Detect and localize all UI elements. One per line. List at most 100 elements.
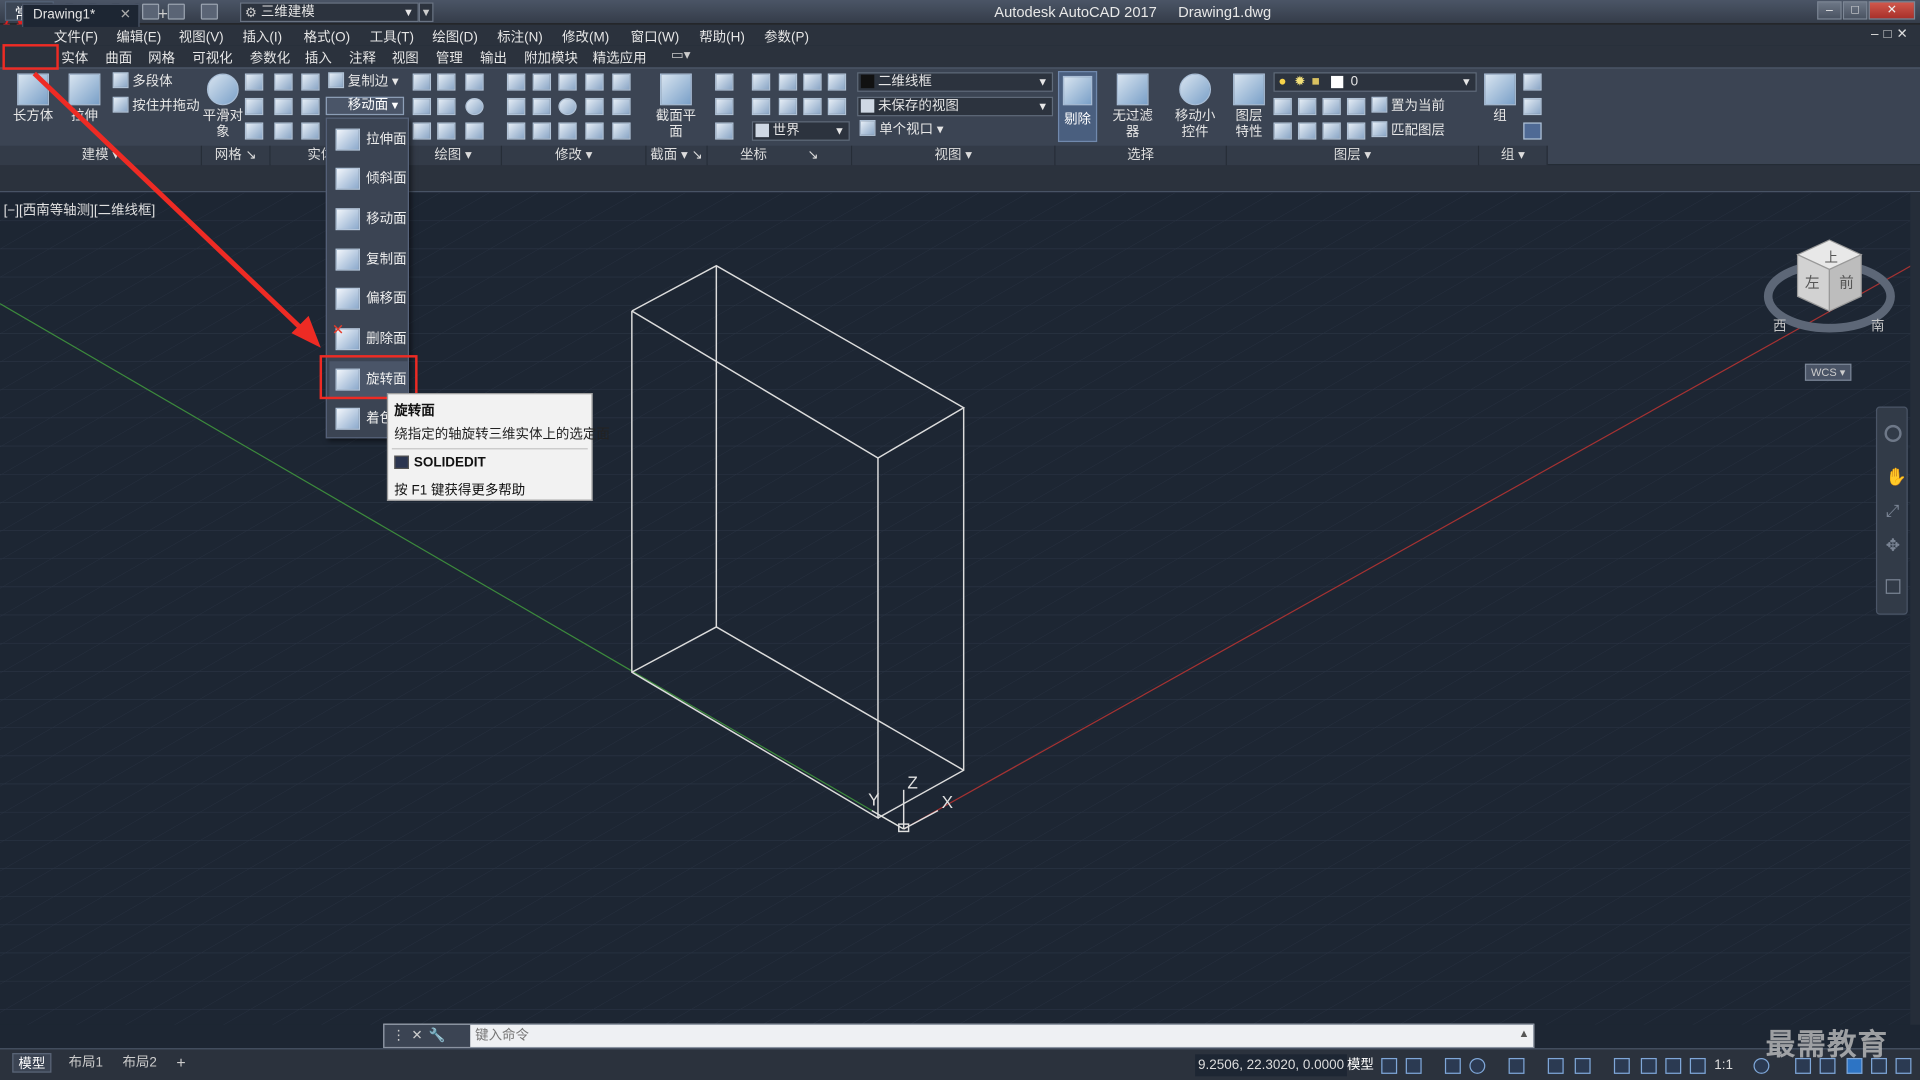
ucs-origin-icon[interactable] bbox=[751, 73, 771, 91]
panel-mesh[interactable]: 网格 ↘ bbox=[202, 145, 271, 166]
menu-modify[interactable]: 修改(M) bbox=[562, 27, 609, 47]
ucs-3point-icon[interactable] bbox=[827, 97, 847, 116]
object-snap-tracking-icon[interactable] bbox=[1547, 1057, 1564, 1074]
ucs-world-icon[interactable] bbox=[715, 122, 734, 140]
tab-featured-apps[interactable]: 精选应用 bbox=[593, 48, 647, 68]
fillet-icon[interactable] bbox=[506, 97, 526, 116]
model-space-toggle[interactable]: 模型 bbox=[1347, 1054, 1374, 1076]
menu-window[interactable]: 窗口(W) bbox=[631, 27, 680, 47]
panel-selection[interactable]: 选择 bbox=[1055, 145, 1227, 166]
panel-modeling[interactable]: 建模 ▾ bbox=[0, 145, 203, 166]
showmotion-icon[interactable] bbox=[1885, 579, 1901, 594]
coordinates-readout[interactable]: 9.2506, 22.3020, 0.0000 bbox=[1195, 1054, 1347, 1077]
explode-icon[interactable] bbox=[585, 122, 604, 140]
menu-dimension[interactable]: 标注(N) bbox=[497, 27, 543, 47]
subtract-icon[interactable] bbox=[274, 97, 293, 116]
dropdown-item-delete-face[interactable]: ✕ 删除面 bbox=[329, 321, 407, 358]
navigation-bar[interactable]: ✋ ⤢ ✥ bbox=[1875, 406, 1908, 615]
customization-menu-icon[interactable] bbox=[1895, 1057, 1912, 1074]
copy-edge-button[interactable]: 复制边 ▾ bbox=[328, 72, 399, 92]
menu-insert[interactable]: 插入(I) bbox=[242, 27, 282, 47]
object-snap-icon[interactable] bbox=[1574, 1057, 1591, 1074]
arc-icon[interactable] bbox=[465, 73, 484, 91]
group-edit-icon[interactable] bbox=[1523, 97, 1542, 116]
tab-manage[interactable]: 管理 bbox=[436, 48, 463, 68]
cull-button[interactable]: 剔除 bbox=[1057, 71, 1098, 143]
move-gizmo-button[interactable]: 移动小控件 bbox=[1171, 73, 1220, 140]
layer-isolate-icon[interactable] bbox=[1297, 97, 1317, 116]
panel-modify[interactable]: 修改 ▾ bbox=[502, 145, 647, 166]
layer-properties-button[interactable]: 图层特性 bbox=[1229, 73, 1268, 140]
panel-coordinates[interactable]: 坐标 ↘ bbox=[707, 145, 853, 166]
rectangle-icon[interactable] bbox=[437, 122, 456, 140]
dropdown-item-move-face[interactable]: 移动面 bbox=[329, 201, 407, 238]
redo-icon[interactable] bbox=[200, 3, 218, 20]
ucs-face-icon[interactable] bbox=[803, 97, 822, 116]
ucs-icon[interactable] bbox=[715, 73, 734, 91]
ucs-object-icon[interactable] bbox=[778, 97, 798, 116]
annotation-visibility-icon[interactable] bbox=[1665, 1057, 1682, 1074]
group-selection-icon[interactable] bbox=[1523, 122, 1542, 140]
3d-array-icon[interactable] bbox=[612, 122, 631, 140]
ucs-view-icon[interactable] bbox=[751, 97, 771, 116]
vertical-scrollbar[interactable] bbox=[1910, 192, 1920, 1025]
extrude-button[interactable]: 拉伸 bbox=[62, 73, 106, 124]
maximize-button[interactable]: □ bbox=[1842, 1, 1868, 20]
minimize-button[interactable]: – bbox=[1817, 1, 1842, 20]
selection-cycling-icon[interactable] bbox=[1640, 1057, 1657, 1074]
chevron-up-icon[interactable]: ▲ bbox=[1518, 1027, 1529, 1039]
presspull-button[interactable]: 按住并拖动 bbox=[112, 96, 200, 117]
trim-icon[interactable] bbox=[506, 73, 526, 91]
tab-solid[interactable]: 实体 bbox=[61, 48, 88, 68]
panel-view[interactable]: 视图 ▾ bbox=[852, 145, 1056, 166]
lasso-icon[interactable] bbox=[437, 73, 456, 91]
mesh-crease-icon[interactable] bbox=[244, 97, 264, 116]
menu-tools[interactable]: 工具(T) bbox=[370, 27, 414, 47]
add-layout-button[interactable]: + bbox=[171, 1053, 190, 1073]
line-tool-icon[interactable] bbox=[412, 73, 432, 91]
menu-help[interactable]: 帮助(H) bbox=[699, 27, 745, 47]
grid-icon[interactable] bbox=[1381, 1057, 1398, 1074]
mesh-refine-icon[interactable] bbox=[244, 122, 264, 140]
layout-tab-model[interactable]: 模型 bbox=[12, 1053, 52, 1073]
layout-tab-layout2[interactable]: 布局2 bbox=[118, 1053, 162, 1073]
dropdown-item-extrude-face[interactable]: 拉伸面 bbox=[329, 121, 407, 158]
menu-draw[interactable]: 绘图(D) bbox=[432, 27, 478, 47]
box-button[interactable]: 长方体 bbox=[11, 73, 55, 124]
scale-icon[interactable] bbox=[532, 73, 552, 91]
quick-access-more-icon[interactable]: ▼ bbox=[418, 2, 434, 23]
pan-hand-icon[interactable]: ✋ bbox=[1886, 467, 1907, 488]
erase-icon[interactable] bbox=[506, 122, 526, 140]
align-icon[interactable] bbox=[585, 97, 604, 116]
section-plane-button[interactable]: 截面平面 bbox=[654, 73, 698, 140]
new-tab-button[interactable]: + bbox=[152, 5, 174, 25]
ucs-z-icon[interactable] bbox=[827, 73, 847, 91]
close-icon[interactable]: ✕ bbox=[120, 5, 131, 26]
annotation-scale[interactable]: 1:1 bbox=[1714, 1054, 1733, 1076]
model-space-canvas[interactable]: Z Y X bbox=[0, 192, 1920, 1025]
menu-file[interactable]: 文件(F) bbox=[54, 27, 98, 47]
polar-icon[interactable] bbox=[1469, 1057, 1486, 1074]
union-icon[interactable] bbox=[274, 73, 293, 91]
polygon-icon[interactable] bbox=[412, 122, 432, 140]
command-line-tools[interactable]: ⋮✕🔧 bbox=[384, 1024, 471, 1047]
tab-mesh[interactable]: 网格 bbox=[148, 48, 175, 68]
menu-edit[interactable]: 编辑(E) bbox=[116, 27, 161, 47]
move-icon[interactable] bbox=[558, 73, 577, 91]
panel-layers[interactable]: 图层 ▾ bbox=[1226, 145, 1480, 166]
layout-tab-layout1[interactable]: 布局1 bbox=[64, 1053, 108, 1073]
circle-icon[interactable] bbox=[465, 97, 484, 116]
3d-move-icon[interactable] bbox=[612, 73, 631, 91]
rotate-icon[interactable] bbox=[532, 97, 552, 116]
menu-parametric[interactable]: 参数(P) bbox=[764, 27, 809, 47]
tab-output[interactable]: 输出 bbox=[480, 48, 507, 68]
layer-select[interactable]: ● ✹ ■ 0 ▼ bbox=[1273, 72, 1477, 92]
no-filter-button[interactable]: 无过滤器 bbox=[1107, 73, 1158, 140]
snap-icon[interactable] bbox=[1405, 1057, 1422, 1074]
steering-wheel-icon[interactable] bbox=[1884, 424, 1902, 443]
polyline-icon[interactable] bbox=[437, 97, 456, 116]
viewport-controls-label[interactable]: [−][西南等轴测][二维线框] bbox=[4, 200, 156, 220]
mesh-tool-icon[interactable] bbox=[244, 73, 264, 91]
visual-style-select[interactable]: 二维线框 ▼ bbox=[857, 72, 1054, 92]
tab-visualize[interactable]: 可视化 bbox=[192, 48, 232, 68]
